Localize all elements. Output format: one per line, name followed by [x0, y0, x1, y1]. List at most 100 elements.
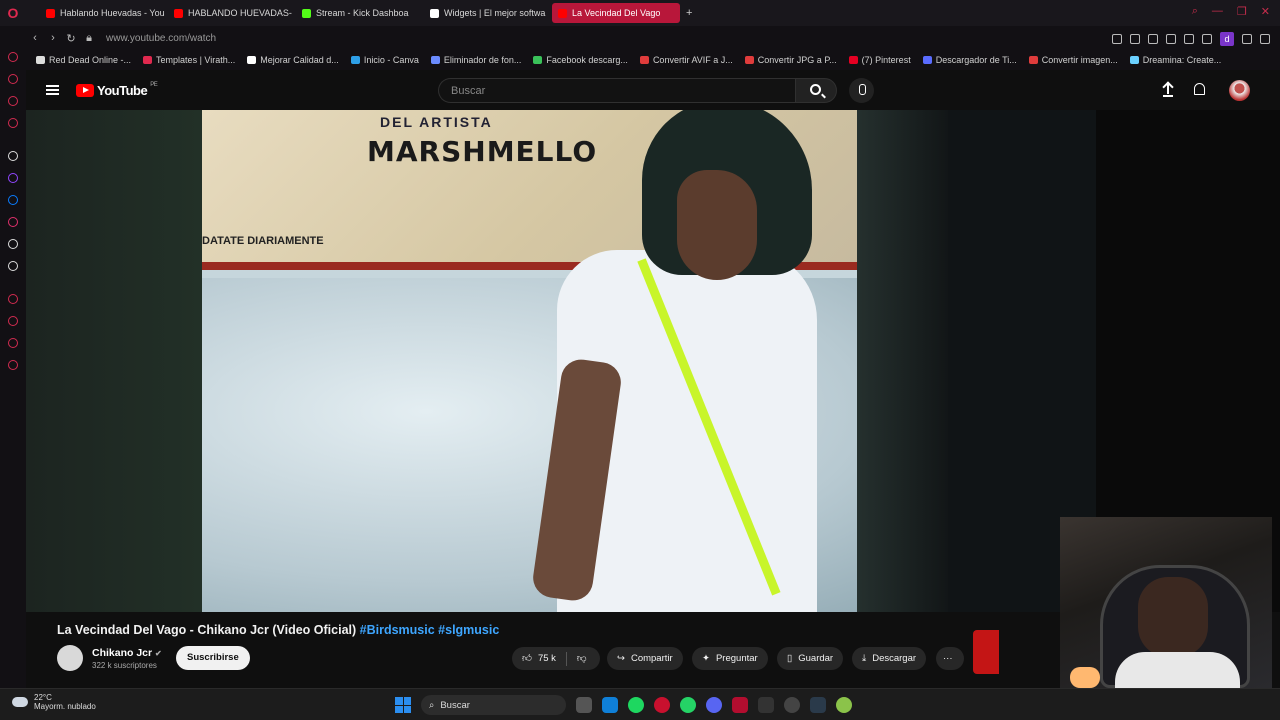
search-input[interactable]: Buscar — [438, 78, 797, 103]
download-button[interactable]: ⤓ Descargar — [852, 647, 927, 670]
bookmark-item[interactable]: Mejorar Calidad d... — [247, 55, 339, 65]
reload-icon[interactable]: ↻ — [62, 32, 80, 45]
bookmark-label: Convertir AVIF a J... — [652, 55, 733, 65]
channel-avatar[interactable] — [57, 645, 83, 671]
windows-start-icon[interactable] — [395, 697, 411, 713]
windows-taskbar: 22°C Mayorm. nublado ⌕ Buscar — [0, 688, 1280, 720]
sidebar-twitch-icon-2[interactable] — [8, 173, 18, 183]
search-icon: ⌕ — [429, 699, 435, 711]
search-icon[interactable]: ⌕ — [1192, 5, 1198, 18]
avatar[interactable] — [1229, 80, 1250, 101]
back-icon[interactable]: ‹ — [26, 32, 44, 44]
sidebar-twitch-icon[interactable] — [8, 96, 18, 106]
stream-tool-icon[interactable] — [732, 697, 748, 713]
close-icon[interactable]: ✕ — [1261, 5, 1270, 18]
bookmark-icon[interactable] — [1112, 34, 1122, 44]
voice-search-icon[interactable] — [849, 78, 874, 103]
save-label: Guardar — [798, 653, 834, 664]
bookmark-label: Descargador de Ti... — [935, 55, 1017, 65]
weather-widget[interactable]: 22°C Mayorm. nublado — [12, 693, 96, 711]
streamer-head — [1138, 577, 1208, 657]
opera-gx-logo-icon[interactable]: O — [0, 0, 26, 26]
bookmark-item[interactable]: Facebook descarg... — [533, 55, 628, 65]
bookmark-item[interactable]: (7) Pinterest — [848, 55, 911, 65]
tab-1[interactable]: HABLANDO HUEVADAS- — [168, 3, 296, 23]
share-button[interactable]: ↪ Compartir — [607, 647, 683, 670]
bookmark-item[interactable]: Convertir imagen... — [1028, 55, 1118, 65]
bookmark-favicon-icon — [36, 56, 45, 64]
thumbs-down-icon[interactable]: 👎︎ — [577, 647, 587, 670]
video-hashtags[interactable]: #Birdsmusic #slgmusic — [360, 623, 500, 637]
minimize-icon[interactable]: — — [1212, 5, 1223, 18]
bookmark-item[interactable]: Dreamina: Create... — [1129, 55, 1221, 65]
bookmark-label: Convertir imagen... — [1041, 55, 1118, 65]
obs-icon[interactable] — [784, 697, 800, 713]
shield-icon[interactable] — [1148, 34, 1158, 44]
ask-button[interactable]: ✦ Preguntar — [692, 647, 768, 670]
notepad-icon[interactable] — [602, 697, 618, 713]
channel-name[interactable]: Chikano Jcr ✔ — [92, 647, 162, 659]
opera-gx-icon[interactable] — [654, 697, 670, 713]
whatsapp-icon[interactable] — [680, 697, 696, 713]
bookmark-item[interactable]: Descargador de Ti... — [922, 55, 1017, 65]
tab-2[interactable]: Stream - Kick Dashboa — [296, 3, 424, 23]
share-label: Compartir — [630, 653, 673, 664]
create-upload-icon[interactable] — [1163, 82, 1173, 97]
heart-icon[interactable] — [1184, 34, 1194, 44]
bookmark-label: Templates | Virath... — [156, 55, 236, 65]
channel-name-text[interactable]: Chikano Jcr — [92, 647, 152, 659]
forward-icon[interactable]: › — [44, 32, 62, 44]
video-frame[interactable]: DEL ARTISTA MARSHMELLO DATATE DIARIAMENT… — [202, 110, 948, 612]
tab-4-active[interactable]: La Vecindad Del Vago — [552, 3, 680, 23]
opera-sidebar — [0, 26, 26, 688]
sidebar-messenger-icon[interactable] — [8, 195, 18, 205]
bookmark-item[interactable]: Eliminador de fon... — [430, 55, 521, 65]
sidebar-gx-control-icon[interactable] — [8, 74, 18, 84]
sidebar-extensions-icon[interactable] — [8, 338, 18, 348]
tab-3[interactable]: Widgets | El mejor softwa — [424, 3, 552, 23]
more-actions-button[interactable]: ··· — [936, 647, 964, 670]
bookmark-favicon-icon — [143, 56, 153, 64]
profile-icon[interactable]: d — [1220, 32, 1234, 46]
save-button[interactable]: ▯ Guardar — [777, 647, 844, 670]
task-view-icon[interactable] — [576, 697, 592, 713]
maximize-icon[interactable]: ❐ — [1237, 5, 1247, 18]
sidebar-instagram-icon[interactable] — [8, 217, 18, 227]
bookmark-item[interactable]: Inicio - Canva — [350, 55, 419, 65]
capcut-icon[interactable] — [810, 697, 826, 713]
like-button[interactable]: 👍︎ 75 k 👎︎ — [512, 647, 600, 670]
notifications-bell-icon[interactable] — [1194, 83, 1205, 95]
taskbar-search[interactable]: ⌕ Buscar — [421, 695, 566, 715]
new-tab-button[interactable]: + — [686, 7, 692, 19]
subscribe-button[interactable]: Suscribirse — [176, 646, 250, 670]
sidebar-player-icon[interactable] — [8, 294, 18, 304]
share-icon: ↪ — [617, 653, 625, 664]
search-button[interactable] — [795, 78, 837, 103]
youtube-logo[interactable]: YouTube PE — [76, 82, 158, 98]
bookmark-item[interactable]: Templates | Virath... — [143, 55, 235, 65]
sidebar-chatgpt-icon[interactable] — [8, 151, 18, 161]
menu-icon[interactable] — [1260, 34, 1270, 44]
puzzle-icon[interactable] — [1202, 34, 1212, 44]
bookmark-item[interactable]: Convertir JPG a P... — [744, 55, 837, 65]
play-icon[interactable] — [1166, 34, 1176, 44]
sidebar-x-icon[interactable] — [8, 261, 18, 271]
sidebar-history-icon[interactable] — [8, 316, 18, 326]
epic-games-icon[interactable] — [758, 697, 774, 713]
url-field[interactable]: www.youtube.com/watch — [106, 33, 216, 44]
bookmark-item[interactable]: Convertir AVIF a J... — [639, 55, 733, 65]
doorway-shadow — [857, 110, 948, 612]
sidebar-speed-dial-icon[interactable] — [8, 52, 18, 62]
bookmark-item[interactable]: Red Dead Online -... — [36, 55, 131, 65]
snapshot-icon[interactable] — [1130, 34, 1140, 44]
spotify-icon[interactable] — [628, 697, 644, 713]
android-icon[interactable] — [836, 697, 852, 713]
address-bar: ‹ › ↻ 🔒︎ www.youtube.com/watch d — [26, 26, 1280, 50]
tab-0[interactable]: Hablando Huevadas - You — [40, 3, 168, 23]
hamburger-menu-icon[interactable] — [46, 85, 59, 95]
discord-icon[interactable] — [706, 697, 722, 713]
sidebar-tiktok-icon[interactable] — [8, 239, 18, 249]
sidebar-settings-icon[interactable] — [8, 360, 18, 370]
download-icon[interactable] — [1242, 34, 1252, 44]
sidebar-news-icon[interactable] — [8, 118, 18, 128]
